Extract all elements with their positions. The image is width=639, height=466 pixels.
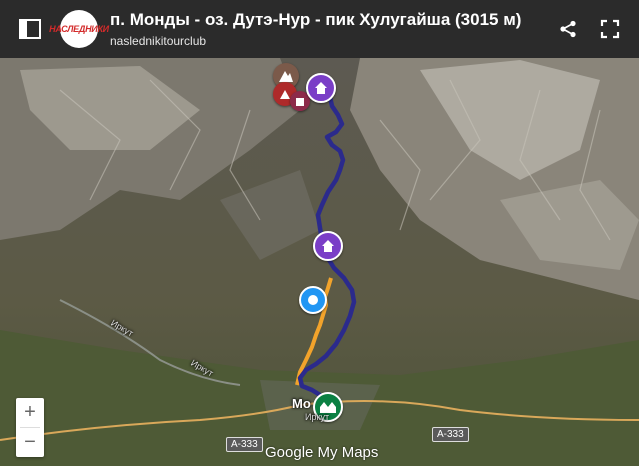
zoom-out-button[interactable]: −: [16, 428, 44, 457]
satellite-map[interactable]: Мо Иркут Иркут Иркут A-333 A-333: [0, 58, 639, 466]
map-title: п. Монды - оз. Дутэ-Нур - пик Хулугайша …: [110, 9, 522, 29]
zoom-in-button[interactable]: +: [16, 398, 44, 427]
building-icon: [296, 98, 304, 106]
share-button[interactable]: [547, 0, 589, 58]
sidebar-toggle-icon: [19, 19, 41, 39]
fullscreen-icon: [600, 19, 620, 39]
start-point-marker[interactable]: [299, 286, 327, 314]
club-logo: НАСЛЕДНИКИ: [49, 10, 109, 48]
home-icon: [315, 82, 327, 94]
home-icon: [322, 240, 334, 252]
map-header: НАСЛЕДНИКИ п. Монды - оз. Дутэ-Нур - пик…: [0, 0, 639, 58]
share-icon: [560, 20, 576, 38]
zoom-controls: + −: [16, 398, 44, 457]
map-author[interactable]: naslednikitourclub: [110, 33, 547, 49]
road-shield-east: A-333: [432, 427, 469, 442]
shelter-marker-1[interactable]: [306, 73, 336, 103]
river-label-3: Иркут: [305, 412, 330, 422]
shelter-marker-2[interactable]: [313, 231, 343, 261]
fullscreen-button[interactable]: [589, 0, 631, 58]
village-label: Мо: [292, 396, 311, 411]
google-my-maps-branding[interactable]: Google My Maps: [265, 444, 378, 461]
map-titles: п. Монды - оз. Дутэ-Нур - пик Хулугайша …: [110, 10, 547, 49]
road-shield-west: A-333: [226, 437, 263, 452]
mountain-icon: [279, 71, 293, 82]
brand-text: Google My Maps: [265, 444, 379, 461]
start-point-dot: [308, 295, 318, 305]
logo-text: НАСЛЕДНИКИ: [49, 24, 109, 34]
